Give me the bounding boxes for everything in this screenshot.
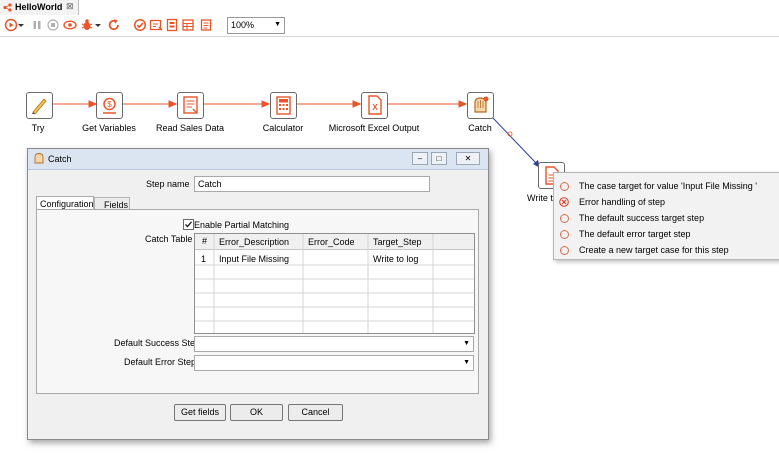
step-calculator[interactable] — [270, 92, 297, 119]
menu-item-default-error[interactable]: The default error target step — [554, 226, 779, 242]
menu-item-new-target-case[interactable]: Create a new target case for this step — [554, 242, 779, 258]
hop-arrow-icon — [352, 100, 362, 108]
default-success-step-select[interactable]: ▼ — [194, 336, 474, 352]
step-read-sales-data[interactable] — [177, 92, 204, 119]
dialog-title: Catch — [48, 154, 72, 164]
close-button[interactable]: ✕ — [456, 152, 480, 165]
step-catch[interactable] — [467, 92, 494, 119]
catch-glove-icon — [34, 153, 44, 164]
table-grid — [195, 234, 474, 333]
step-label-microsoft-excel-output: Microsoft Excel Output — [328, 123, 420, 133]
enable-partial-matching-checkbox[interactable] — [183, 219, 194, 230]
step-get-variables[interactable]: $ — [96, 92, 123, 119]
pencil-icon — [32, 98, 47, 115]
default-error-step-select[interactable]: ▼ — [194, 355, 474, 371]
step-name-label: Step name — [146, 179, 190, 189]
dialog-title-bar[interactable]: Catch ‒ □ ✕ — [28, 149, 488, 170]
table-input-icon — [183, 96, 198, 114]
step-label-catch: Catch — [468, 123, 492, 133]
step-name-value: Catch — [198, 179, 222, 189]
svg-text:$: $ — [107, 100, 112, 109]
status-circle-icon — [560, 182, 569, 191]
menu-item-error-handling[interactable]: Error handling of step — [554, 194, 779, 210]
status-circle-icon — [560, 230, 569, 239]
menu-item-label: The default success target step — [579, 213, 705, 223]
chevron-down-icon: ▼ — [463, 359, 470, 366]
step-microsoft-excel-output[interactable]: X — [361, 92, 388, 119]
row-target-step[interactable]: Write to log — [373, 254, 418, 264]
row-error-description[interactable]: Input File Missing — [219, 254, 289, 264]
status-circle-icon — [560, 246, 569, 255]
step-name-input[interactable]: Catch — [194, 176, 430, 192]
status-circle-icon — [560, 214, 569, 223]
catch-table-label: Catch Table — [145, 234, 193, 244]
step-try[interactable] — [26, 92, 53, 119]
catch-glove-icon — [474, 96, 489, 113]
check-icon — [185, 221, 192, 228]
tab-configuration[interactable]: Configuration — [36, 196, 94, 210]
menu-item-label: Error handling of step — [579, 197, 666, 207]
menu-item-default-success[interactable]: The default success target step — [554, 210, 779, 226]
menu-item-label: The default error target step — [579, 229, 691, 239]
get-fields-button[interactable]: Get fields — [174, 404, 226, 421]
menu-item-label: The case target for value 'Input File Mi… — [579, 181, 758, 191]
catch-dialog: Catch ‒ □ ✕ Step name Catch Configuratio… — [27, 148, 489, 440]
variables-icon: $ — [103, 97, 116, 114]
catch-table[interactable]: # Error_Description Error_Code Target_St… — [194, 233, 475, 334]
row-number: 1 — [201, 254, 207, 264]
cancel-button[interactable]: Cancel — [288, 404, 343, 421]
hop-arrow-icon — [88, 100, 98, 108]
chevron-down-icon: ▼ — [463, 340, 470, 347]
default-error-step-label: Default Error Step — [124, 357, 197, 367]
hop-context-menu: The case target for value 'Input File Mi… — [553, 172, 779, 260]
hop-arrow-icon — [261, 100, 271, 108]
menu-item-case-target[interactable]: The case target for value 'Input File Mi… — [554, 178, 779, 194]
hop-arrow-icon — [168, 100, 178, 108]
default-success-step-label: Default Success Step — [114, 338, 201, 348]
minimize-button[interactable]: ‒ — [412, 152, 428, 165]
hop-arrow-icon — [458, 100, 468, 108]
excel-icon: X — [368, 95, 382, 115]
enable-partial-matching-label: Enable Partial Matching — [194, 220, 290, 230]
maximize-button[interactable]: □ — [431, 152, 447, 165]
error-x-icon — [559, 197, 569, 207]
calculator-icon — [276, 96, 291, 115]
ok-button[interactable]: OK — [230, 404, 283, 421]
tab-configuration-label: Configuration — [40, 199, 94, 209]
svg-text:X: X — [372, 103, 378, 112]
menu-item-label: Create a new target case for this step — [579, 245, 729, 255]
